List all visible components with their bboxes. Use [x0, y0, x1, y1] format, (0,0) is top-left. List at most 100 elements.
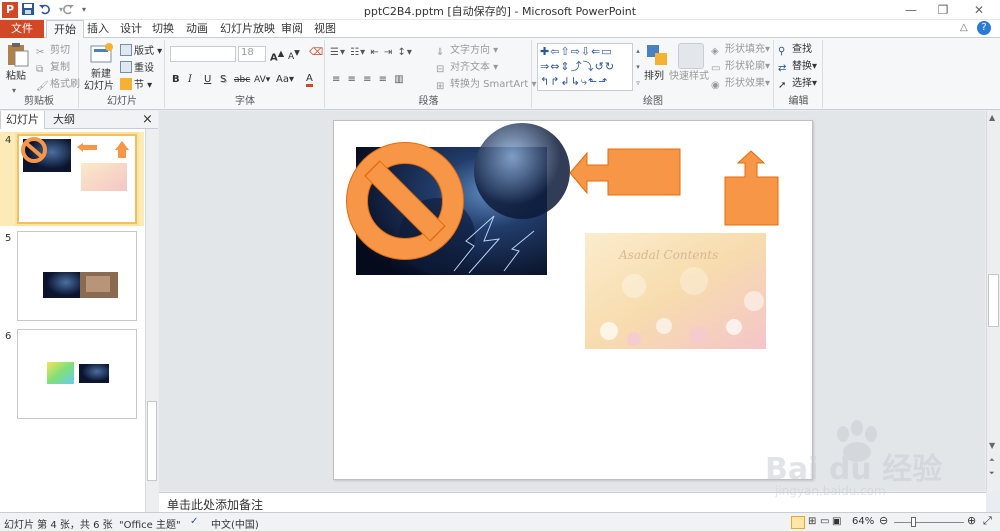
reading-view-icon[interactable]: ▭ [820, 516, 829, 527]
shape-outline-button[interactable]: ▭ 形状轮廓▾ [711, 60, 770, 74]
reset-button[interactable]: 重设 [120, 61, 154, 76]
shape-fill-label: 形状填充 [725, 44, 765, 55]
panel-scroll-thumb[interactable] [147, 401, 157, 481]
cut-button[interactable]: ✂ 剪切 [36, 44, 70, 58]
find-button[interactable]: ⚲ 查找 [778, 43, 812, 57]
text-direction-button[interactable]: ⇓ 文字方向 ▾ [436, 44, 498, 58]
format-painter-button[interactable]: 🖌格式刷 [36, 78, 80, 92]
italic-button[interactable]: I [188, 73, 192, 87]
copy-button[interactable]: ⧉ 复制 [36, 61, 70, 75]
shape-effects-label: 形状效果 [725, 78, 765, 89]
select-button[interactable]: ➚ 选择▾ [778, 77, 817, 91]
slide-canvas[interactable]: Asadal Contents [333, 120, 813, 480]
clear-format-icon[interactable]: ⌫ [309, 46, 323, 60]
slides-panel: 幻灯片 大纲 × 4 5 6 [0, 111, 158, 512]
layout-button[interactable]: 版式 ▾ [120, 44, 162, 59]
smartart-button[interactable]: ⊞ 转换为 SmartArt ▾ [436, 78, 537, 92]
arrange-label[interactable]: 排列 [644, 70, 664, 84]
brush-icon: 🖌 [36, 81, 49, 92]
slide-thumbnail-5[interactable] [17, 231, 137, 321]
underline-button[interactable]: U [204, 73, 211, 87]
tab-insert[interactable]: 插入 [80, 20, 116, 38]
close-window-icon[interactable]: ✕ [965, 2, 993, 18]
paragraph-label: 段落 [418, 96, 439, 107]
tab-home[interactable]: 开始 [46, 20, 84, 39]
slide-thumbnail-6[interactable] [17, 329, 137, 419]
zoom-slider-thumb[interactable] [911, 517, 916, 527]
language-status[interactable]: 中文(中国) [211, 516, 259, 531]
tab-outline[interactable]: 大纲 [48, 111, 80, 129]
editor-scroll-thumb[interactable] [988, 274, 999, 327]
next-slide-icon[interactable]: ⏷ [989, 469, 995, 478]
scroll-up-icon[interactable]: ▲ [989, 113, 995, 122]
left-arrow-callout-shape[interactable] [569, 148, 681, 196]
align-text-button[interactable]: ⊟ 对齐文本 ▾ [436, 61, 498, 75]
fit-slide-icon[interactable]: ⤢ [983, 514, 992, 528]
paste-icon[interactable] [6, 42, 32, 68]
quick-styles-icon[interactable] [678, 43, 704, 69]
tab-view[interactable]: 视图 [307, 20, 343, 38]
font-label: 字体 [235, 96, 255, 107]
shapes-gallery[interactable]: ✚⇦⇧⇨⇩⇐▭ ⇒⇔⇕⤴⤵↺↻ ↰↱↲↳⤷⬑⬏ [537, 43, 633, 91]
replace-label: 替换 [792, 61, 812, 72]
tab-animations[interactable]: 动画 [179, 20, 215, 38]
tab-transitions[interactable]: 切换 [145, 20, 181, 38]
slide-sorter-icon[interactable]: ⊞ [808, 516, 816, 527]
replace-button[interactable]: ⇄ 替换▾ [778, 60, 817, 74]
editor-scrollbar[interactable]: ▲ ▼ ⏶ ⏷ [986, 111, 1000, 491]
thumb-number: 4 [5, 135, 12, 146]
strikethrough-button[interactable]: abc [234, 73, 250, 87]
normal-view-icon[interactable] [791, 516, 805, 529]
help-icon[interactable]: ? [977, 21, 991, 35]
zoom-slider[interactable] [894, 522, 964, 523]
gallery-scroll[interactable]: ▴ ▾ ▿ [634, 43, 642, 91]
align-text-icon: ⊟ [436, 64, 445, 75]
ribbon-tabs: 文件 开始 插入 设计 切换 动画 幻灯片放映 审阅 视图 △ ? [0, 20, 1000, 39]
theme-status[interactable]: "Office 主题" [119, 516, 181, 531]
font-color-button[interactable]: A [306, 73, 313, 87]
up-arrow-callout-shape[interactable] [724, 150, 779, 226]
shape-effects-button[interactable]: ◉ 形状效果▾ [711, 77, 770, 91]
grow-font-button[interactable]: A▲ [270, 46, 284, 65]
zoom-out-icon[interactable]: ⊖ [879, 514, 888, 527]
align-text-label: 对齐文本 [450, 62, 490, 73]
floral-image[interactable]: Asadal Contents [585, 233, 766, 349]
close-panel-icon[interactable]: × [142, 112, 153, 127]
bullets-icon[interactable]: ☰▾ ☷▾ ⇤ ⇥ ↕▾ [330, 46, 413, 60]
char-spacing-button[interactable]: AV▾ [254, 73, 270, 87]
tab-slideshow[interactable]: 幻灯片放映 [213, 20, 282, 38]
font-size-select[interactable]: 18 [238, 46, 266, 62]
shape-fill-button[interactable]: ◈ 形状填充▾ [711, 43, 770, 57]
window-title: pptC2B4.pptm [自动保存的] - Microsoft PowerPo… [363, 5, 637, 18]
bold-button[interactable]: B [172, 73, 180, 87]
alignment-icons[interactable]: ≡ ≡ ≡ ≡ ▥ [332, 73, 406, 87]
new-slide-icon[interactable] [89, 42, 115, 68]
spell-check-icon[interactable]: ✓ [190, 516, 198, 527]
tab-review[interactable]: 审阅 [274, 20, 310, 38]
arrange-icon[interactable] [645, 43, 671, 69]
tab-slides-panel[interactable]: 幻灯片 [0, 111, 45, 129]
font-name-select[interactable] [170, 46, 236, 62]
minimize-ribbon-icon[interactable]: △ [960, 22, 968, 33]
notes-pane[interactable]: 单击此处添加备注 [159, 492, 986, 512]
panel-scrollbar[interactable] [145, 129, 158, 512]
section-button[interactable]: 节 ▾ [120, 78, 152, 93]
shrink-font-button[interactable]: A▼ [288, 46, 300, 64]
cursor-icon: ➚ [778, 80, 787, 91]
prev-slide-icon[interactable]: ⏶ [989, 456, 995, 465]
paste-button[interactable]: 粘贴 [6, 70, 26, 84]
tab-design[interactable]: 设计 [113, 20, 149, 38]
minimize-icon[interactable]: — [897, 2, 925, 18]
restore-icon[interactable]: ❐ [929, 2, 957, 18]
slideshow-icon[interactable]: ▣ [832, 516, 841, 527]
format-painter-label: 格式刷 [50, 79, 80, 90]
change-case-label: Aa [276, 74, 289, 85]
slide-thumbnail-4[interactable] [17, 134, 137, 224]
scroll-down-icon[interactable]: ▼ [989, 441, 995, 450]
tab-file[interactable]: 文件 [0, 20, 44, 38]
zoom-level[interactable]: 64% [852, 516, 874, 527]
quick-styles-label[interactable]: 快速样式 [669, 70, 709, 84]
zoom-in-icon[interactable]: ⊕ [967, 514, 976, 527]
change-case-button[interactable]: Aa▾ [276, 73, 294, 87]
shadow-button[interactable]: S [220, 73, 226, 87]
